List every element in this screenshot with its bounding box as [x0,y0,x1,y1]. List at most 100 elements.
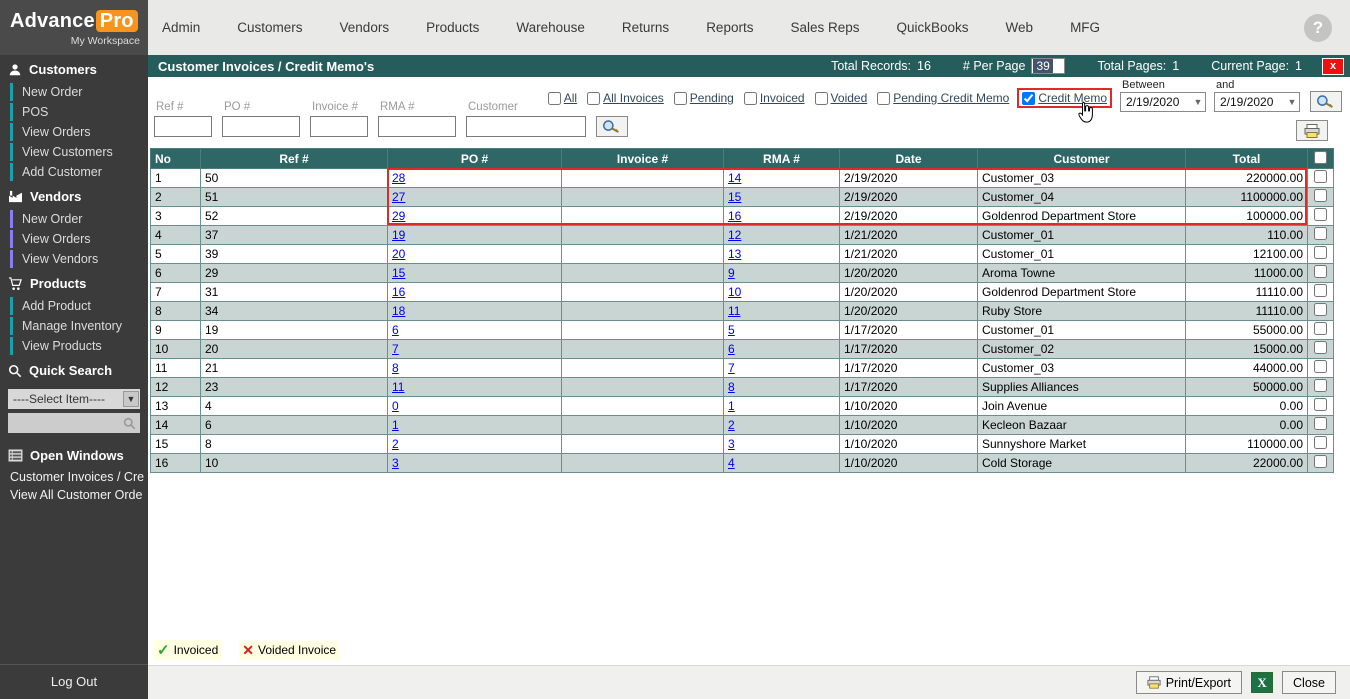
row-checkbox[interactable] [1314,189,1327,202]
sidebar-item-vendors-new-order[interactable]: New Order [10,209,148,229]
filter-checkbox[interactable] [1022,92,1035,105]
cell-po-link[interactable]: 7 [392,342,399,356]
open-window-item-invoices[interactable]: Customer Invoices / Cre [0,468,148,486]
cell-rma-link[interactable]: 16 [728,209,741,223]
row-checkbox[interactable] [1314,360,1327,373]
nav-web[interactable]: Web [1006,20,1034,35]
cell-rma-link[interactable]: 11 [728,304,740,318]
cell-po-link[interactable]: 16 [392,285,405,299]
open-window-item-orders[interactable]: View All Customer Orde [0,486,148,504]
nav-mfg[interactable]: MFG [1070,20,1100,35]
cell-rma-link[interactable]: 2 [728,418,735,432]
row-checkbox[interactable] [1314,303,1327,316]
cell-po-link[interactable]: 0 [392,399,399,413]
row-checkbox[interactable] [1314,170,1327,183]
cell-rma-link[interactable]: 1 [728,399,735,413]
ref-input[interactable] [154,116,212,137]
cell-rma-link[interactable]: 9 [728,266,735,280]
cell-po-link[interactable]: 18 [392,304,405,318]
sidebar-item-add-product[interactable]: Add Product [10,296,148,316]
nav-vendors[interactable]: Vendors [340,20,390,35]
filter-pending[interactable]: Pending [674,91,734,105]
nav-reports[interactable]: Reports [706,20,753,35]
nav-warehouse[interactable]: Warehouse [516,20,585,35]
row-checkbox[interactable] [1314,436,1327,449]
cell-rma-link[interactable]: 6 [728,342,735,356]
row-checkbox[interactable] [1314,379,1327,392]
row-checkbox[interactable] [1314,398,1327,411]
cell-po-link[interactable]: 19 [392,228,405,242]
filter-checkbox[interactable] [674,92,687,105]
close-button[interactable]: Close [1282,671,1336,694]
filter-checkbox[interactable] [815,92,828,105]
cell-po-link[interactable]: 11 [392,380,404,394]
date-from-select[interactable]: 2/19/2020 ▼ [1120,92,1206,112]
chevron-down-icon[interactable]: ▼ [123,391,139,407]
sidebar-item-manage-inventory[interactable]: Manage Inventory [10,316,148,336]
cell-rma-link[interactable]: 12 [728,228,741,242]
sidebar-item-view-products[interactable]: View Products [10,336,148,356]
cell-po-link[interactable]: 15 [392,266,405,280]
cell-rma-link[interactable]: 5 [728,323,735,337]
sidebar-item-customers-new-order[interactable]: New Order [10,82,148,102]
cell-po-link[interactable]: 29 [392,209,405,223]
cell-rma-link[interactable]: 15 [728,190,741,204]
row-checkbox[interactable] [1314,284,1327,297]
sidebar-item-vendors-view-orders[interactable]: View Orders [10,229,148,249]
cell-rma-link[interactable]: 10 [728,285,741,299]
row-checkbox[interactable] [1314,322,1327,335]
row-checkbox[interactable] [1314,341,1327,354]
logout-button[interactable]: Log Out [0,664,148,699]
cell-po-link[interactable]: 3 [392,456,399,470]
invoice-input[interactable] [310,116,368,137]
sidebar-item-customers-view-orders[interactable]: View Orders [10,122,148,142]
fields-search-button[interactable] [596,116,628,137]
print-button[interactable] [1296,120,1328,141]
row-checkbox[interactable] [1314,227,1327,240]
cell-rma-link[interactable]: 4 [728,456,735,470]
quick-search-select[interactable]: ----Select Item---- ▼ [8,389,140,409]
filter-credit-memo[interactable]: Credit Memo [1017,88,1112,108]
close-icon[interactable]: x [1322,58,1344,75]
filter-checkbox[interactable] [877,92,890,105]
sidebar-item-add-customer[interactable]: Add Customer [10,162,148,182]
filter-invoiced[interactable]: Invoiced [744,91,805,105]
filter-pending-credit-memo[interactable]: Pending Credit Memo [877,91,1009,105]
nav-sales-reps[interactable]: Sales Reps [790,20,859,35]
cell-po-link[interactable]: 8 [392,361,399,375]
nav-products[interactable]: Products [426,20,479,35]
sidebar-item-pos[interactable]: POS [10,102,148,122]
cell-rma-link[interactable]: 8 [728,380,735,394]
nav-customers[interactable]: Customers [237,20,302,35]
nav-admin[interactable]: Admin [162,20,200,35]
row-checkbox[interactable] [1314,208,1327,221]
row-checkbox[interactable] [1314,417,1327,430]
cell-po-link[interactable]: 2 [392,437,399,451]
cell-rma-link[interactable]: 13 [728,247,741,261]
per-page-input[interactable]: 39 [1031,58,1065,74]
row-checkbox[interactable] [1314,455,1327,468]
help-icon[interactable]: ? [1304,14,1332,42]
sidebar-item-view-vendors[interactable]: View Vendors [10,249,148,269]
filter-checkbox[interactable] [744,92,757,105]
print-export-button[interactable]: Print/Export [1136,671,1242,694]
date-search-button[interactable] [1310,91,1342,112]
date-to-select[interactable]: 2/19/2020 ▼ [1214,92,1300,112]
cell-po-link[interactable]: 1 [392,418,399,432]
cell-po-link[interactable]: 28 [392,171,405,185]
nav-quickbooks[interactable]: QuickBooks [897,20,969,35]
quick-search-input[interactable] [8,413,140,433]
rma-input[interactable] [378,116,456,137]
excel-export-button[interactable]: X [1251,672,1273,693]
sidebar-item-view-customers[interactable]: View Customers [10,142,148,162]
cell-po-link[interactable]: 20 [392,247,405,261]
cell-po-link[interactable]: 6 [392,323,399,337]
po-input[interactable] [222,116,300,137]
cell-po-link[interactable]: 27 [392,190,405,204]
row-checkbox[interactable] [1314,265,1327,278]
cell-rma-link[interactable]: 7 [728,361,735,375]
cell-rma-link[interactable]: 3 [728,437,735,451]
customer-input[interactable] [466,116,586,137]
filter-voided[interactable]: Voided [815,91,868,105]
row-checkbox[interactable] [1314,246,1327,259]
